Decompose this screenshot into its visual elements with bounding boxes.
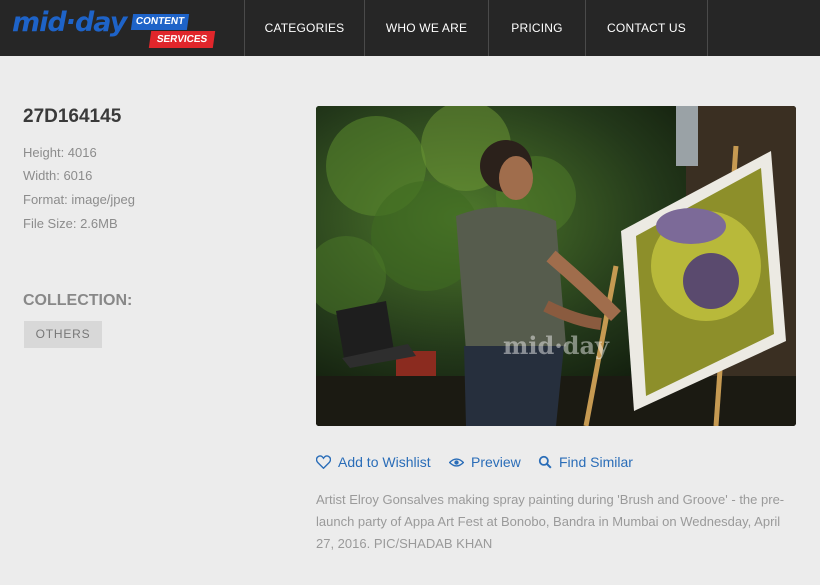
logo-brand-text: mid·day bbox=[12, 7, 127, 38]
nav-item-who-we-are[interactable]: WHO WE ARE bbox=[364, 0, 488, 56]
collection-tag-others[interactable]: OTHERS bbox=[24, 321, 102, 348]
preview-label: Preview bbox=[471, 454, 521, 470]
logo-sub-bottom: SERVICES bbox=[148, 31, 216, 48]
logo-content-services: CONTENT SERVICES bbox=[130, 14, 216, 48]
logo-sub-top: CONTENT bbox=[130, 14, 190, 30]
find-similar-label: Find Similar bbox=[559, 454, 633, 470]
preview-button[interactable]: Preview bbox=[449, 454, 521, 470]
image-file-size: File Size: 2.6MB bbox=[23, 216, 118, 231]
photo-illustration: mid·day bbox=[316, 106, 796, 426]
main-nav: CATEGORIES WHO WE ARE PRICING CONTACT US bbox=[244, 0, 708, 56]
photo-watermark: mid·day bbox=[503, 331, 610, 360]
nav-item-contact-us[interactable]: CONTACT US bbox=[585, 0, 708, 56]
nav-item-pricing[interactable]: PRICING bbox=[488, 0, 585, 56]
image-format: Format: image/jpeg bbox=[23, 192, 135, 207]
wishlist-label: Add to Wishlist bbox=[338, 454, 431, 470]
find-similar-button[interactable]: Find Similar bbox=[538, 454, 633, 470]
main-photo[interactable]: mid·day bbox=[316, 106, 796, 426]
top-navigation-bar: mid·day CONTENT SERVICES CATEGORIES WHO … bbox=[0, 0, 820, 56]
image-height: Height: 4016 bbox=[23, 145, 97, 160]
image-id-title: 27D164145 bbox=[23, 106, 122, 127]
eye-icon bbox=[449, 457, 464, 467]
collection-heading: COLLECTION: bbox=[23, 292, 133, 309]
search-icon bbox=[538, 455, 552, 469]
add-to-wishlist-button[interactable]: Add to Wishlist bbox=[316, 454, 431, 470]
mid-day-logo[interactable]: mid·day CONTENT SERVICES bbox=[12, 8, 217, 48]
image-width: Width: 6016 bbox=[23, 168, 93, 183]
nav-item-categories[interactable]: CATEGORIES bbox=[244, 0, 364, 56]
heart-icon bbox=[316, 455, 331, 469]
photo-caption: Artist Elroy Gonsalves making spray pain… bbox=[316, 492, 785, 551]
